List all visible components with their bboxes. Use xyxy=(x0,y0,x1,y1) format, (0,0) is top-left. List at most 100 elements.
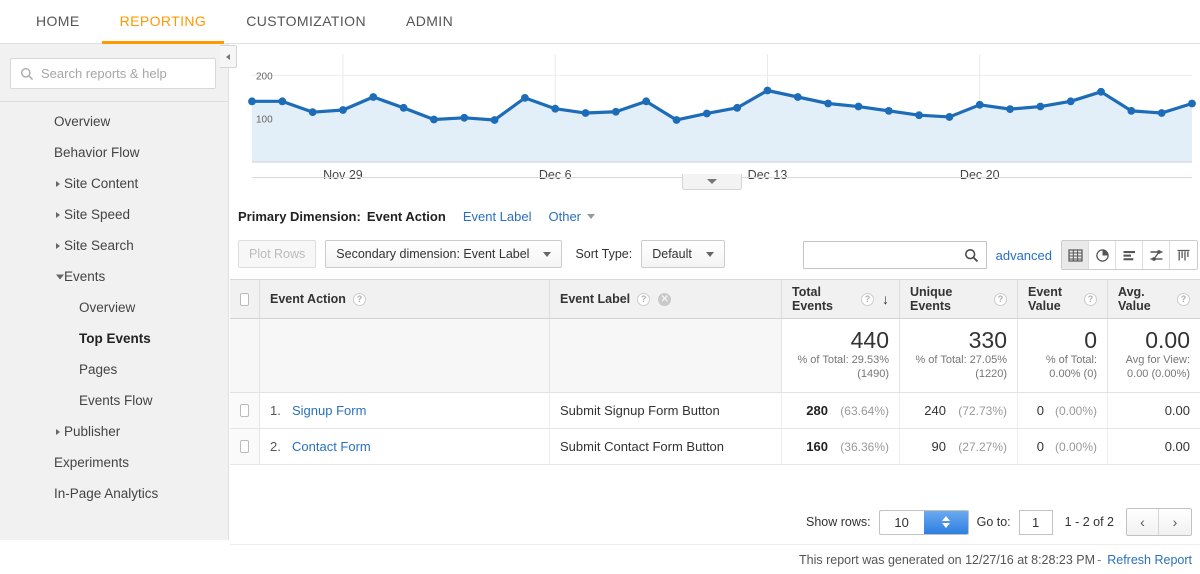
next-page-button[interactable]: › xyxy=(1159,509,1191,535)
help-icon[interactable]: ? xyxy=(1177,292,1190,306)
sidebar-item-events-overview[interactable]: Overview xyxy=(0,292,228,323)
sidebar-item-pages[interactable]: Pages xyxy=(0,354,228,385)
sort-type-button[interactable]: Default xyxy=(641,240,725,268)
sidebar-search-container xyxy=(0,44,228,101)
search-input[interactable] xyxy=(34,60,199,87)
show-rows-label: Show rows: xyxy=(806,515,871,529)
previous-page-button[interactable]: ‹ xyxy=(1127,509,1159,535)
topnav-item-admin[interactable]: ADMIN xyxy=(388,0,471,44)
topnav-item-reporting[interactable]: REPORTING xyxy=(101,0,225,44)
main-content: 100 200 Nov 29 Dec 6 Dec 13 Dec 20 Primary Di… xyxy=(230,44,1200,567)
sidebar-item-site-speed[interactable]: Site Speed xyxy=(0,199,228,230)
remove-secondary-dimension-icon[interactable]: ✕ xyxy=(658,292,672,306)
show-rows-stepper[interactable] xyxy=(923,510,968,534)
table-header-row: Event Action ? Event Label ? ✕ Total Eve… xyxy=(230,279,1200,319)
sidebar-nav-list: Overview Behavior Flow Site Content Site… xyxy=(0,102,228,509)
chevron-down-icon[interactable] xyxy=(587,214,595,219)
column-header-event-label[interactable]: Event Label ? ✕ xyxy=(550,280,782,318)
sidebar-item-in-page-analytics[interactable]: In-Page Analytics xyxy=(0,478,228,509)
value: 280 xyxy=(806,403,828,418)
comparison-view-icon[interactable] xyxy=(1143,241,1170,269)
column-header-event-action[interactable]: Event Action ? xyxy=(260,280,550,318)
column-label: Avg. Value xyxy=(1118,285,1151,313)
primary-dimension-current[interactable]: Event Action xyxy=(367,209,446,224)
events-data-table: Event Action ? Event Label ? ✕ Total Eve… xyxy=(230,279,1200,465)
table-row[interactable]: 2. Contact Form Submit Contact Form Butt… xyxy=(230,429,1200,465)
column-header-avg-value[interactable]: Avg. Value ? xyxy=(1108,280,1200,318)
sort-type-label: Sort Type: xyxy=(575,247,633,261)
sidebar-item-site-content[interactable]: Site Content xyxy=(0,168,228,199)
topnav-label: ADMIN xyxy=(405,12,454,29)
table-search-box[interactable] xyxy=(802,241,987,269)
sidebar-item-publisher[interactable]: Publisher xyxy=(0,416,228,447)
column-header-total-events[interactable]: Total Events ? ↓ xyxy=(782,280,900,318)
select-all-header[interactable] xyxy=(230,280,260,318)
sidebar: Overview Behavior Flow Site Content Site… xyxy=(0,44,229,540)
bar-chart-view-icon[interactable] xyxy=(1116,241,1143,269)
row-checkbox[interactable] xyxy=(240,404,249,417)
column-header-unique-events[interactable]: Unique Events ? xyxy=(900,280,1018,318)
secondary-dimension-button[interactable]: Secondary dimension: Event Label xyxy=(325,240,563,268)
cell-event-action: 2. Contact Form xyxy=(260,429,550,464)
primary-dimension-bar: Primary Dimension: Event Action Event La… xyxy=(238,209,595,224)
chart-expand-button[interactable] xyxy=(682,174,742,190)
sidebar-item-label: In-Page Analytics xyxy=(54,486,159,501)
summary-event-action-cell xyxy=(260,319,550,392)
cell-event-value: 0 (0.00%) xyxy=(1018,393,1108,428)
row-checkbox-cell[interactable] xyxy=(230,393,260,428)
topnav-item-home[interactable]: HOME xyxy=(18,0,98,44)
chevron-down-icon xyxy=(707,179,717,184)
event-action-link[interactable]: Signup Form xyxy=(292,403,366,418)
help-icon[interactable]: ? xyxy=(994,292,1007,306)
sidebar-item-top-events[interactable]: Top Events xyxy=(0,323,228,354)
sidebar-item-site-search[interactable]: Site Search xyxy=(0,230,228,261)
plot-rows-button[interactable]: Plot Rows xyxy=(238,240,317,268)
help-icon[interactable]: ? xyxy=(1084,292,1097,306)
refresh-report-link[interactable]: Refresh Report xyxy=(1107,553,1192,567)
events-timeline-chart[interactable]: 100 200 Nov 29 Dec 6 Dec 13 Dec 20 xyxy=(230,44,1200,190)
sidebar-item-overview[interactable]: Overview xyxy=(0,106,228,137)
goto-page-input[interactable] xyxy=(1018,509,1053,535)
value: 0 xyxy=(1036,439,1044,454)
summary-sub-line1: % of Total: 27.05% xyxy=(915,354,1007,366)
select-all-checkbox[interactable] xyxy=(240,292,249,306)
summary-total-events: 440 % of Total: 29.53% (1490) xyxy=(782,319,900,392)
event-action-link[interactable]: Contact Form xyxy=(292,439,371,454)
sort-type-value: Default xyxy=(652,247,692,261)
advanced-link[interactable]: advanced xyxy=(996,248,1052,263)
sidebar-item-events-flow[interactable]: Events Flow xyxy=(0,385,228,416)
pivot-view-icon[interactable] xyxy=(1170,241,1197,269)
sidebar-collapse-button[interactable] xyxy=(220,45,237,68)
sidebar-item-events[interactable]: Events xyxy=(0,261,228,292)
sidebar-item-behavior-flow[interactable]: Behavior Flow xyxy=(0,137,228,168)
help-icon[interactable]: ? xyxy=(861,292,874,306)
sidebar-item-label: Site Search xyxy=(64,238,134,253)
row-checkbox-cell[interactable] xyxy=(230,429,260,464)
view-type-button-group xyxy=(1061,240,1198,270)
help-icon[interactable]: ? xyxy=(637,292,651,306)
report-generated-note: This report was generated on 12/27/16 at… xyxy=(230,544,1200,574)
summary-sub-line2: 0.00 (0.00%) xyxy=(1127,368,1190,380)
search-icon[interactable] xyxy=(964,248,979,263)
summary-event-label-cell xyxy=(550,319,782,392)
sidebar-item-experiments[interactable]: Experiments xyxy=(0,447,228,478)
table-summary-row: 440 % of Total: 29.53% (1490) 330 % of T… xyxy=(230,319,1200,393)
svg-text:Dec 6: Dec 6 xyxy=(539,168,572,182)
summary-checkbox-cell xyxy=(230,319,260,392)
row-checkbox[interactable] xyxy=(240,440,249,453)
table-row[interactable]: 1. Signup Form Submit Signup Form Button… xyxy=(230,393,1200,429)
table-footer: Show rows: 10 Go to: 1 - 2 of 2 ‹ › xyxy=(230,504,1200,540)
show-rows-select[interactable]: 10 xyxy=(878,509,969,535)
sidebar-item-label: Pages xyxy=(79,362,118,377)
search-box[interactable] xyxy=(10,58,216,89)
primary-dimension-event-label-link[interactable]: Event Label xyxy=(463,209,532,224)
primary-dimension-other-link[interactable]: Other xyxy=(548,209,581,224)
cell-total-events: 160 (36.36%) xyxy=(782,429,900,464)
table-view-icon[interactable] xyxy=(1062,241,1089,269)
column-header-event-value[interactable]: Event Value ? xyxy=(1018,280,1108,318)
table-search-input[interactable] xyxy=(817,243,964,267)
value-percent: (27.27%) xyxy=(958,439,1007,454)
help-icon[interactable]: ? xyxy=(352,292,366,306)
pie-chart-view-icon[interactable] xyxy=(1089,241,1116,269)
topnav-item-customization[interactable]: CUSTOMIZATION xyxy=(228,0,384,44)
